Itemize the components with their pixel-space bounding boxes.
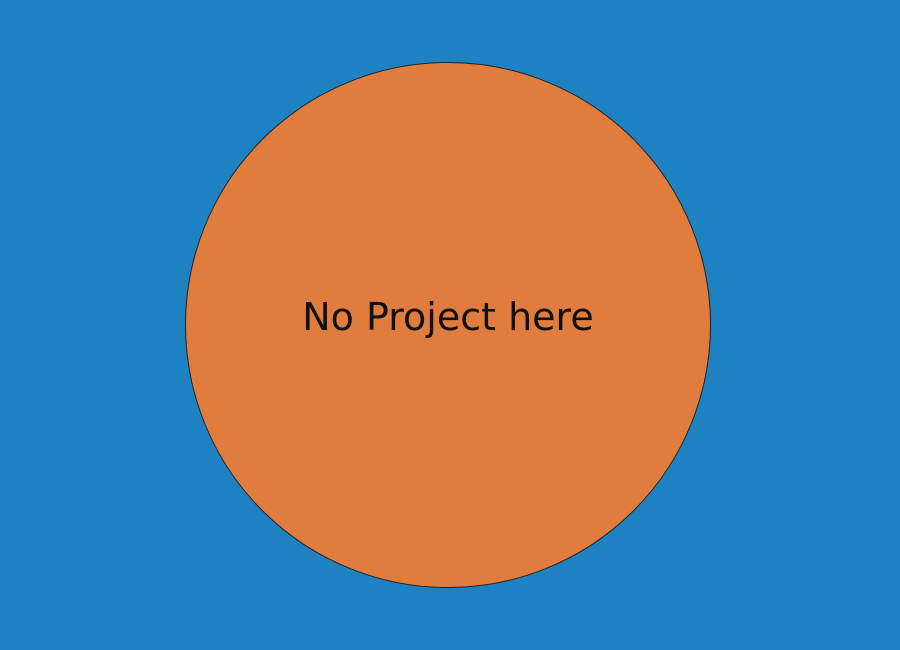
empty-state-circle: No Project here [185,62,711,588]
empty-state-canvas: No Project here [0,0,900,650]
empty-state-message: No Project here [302,295,594,339]
